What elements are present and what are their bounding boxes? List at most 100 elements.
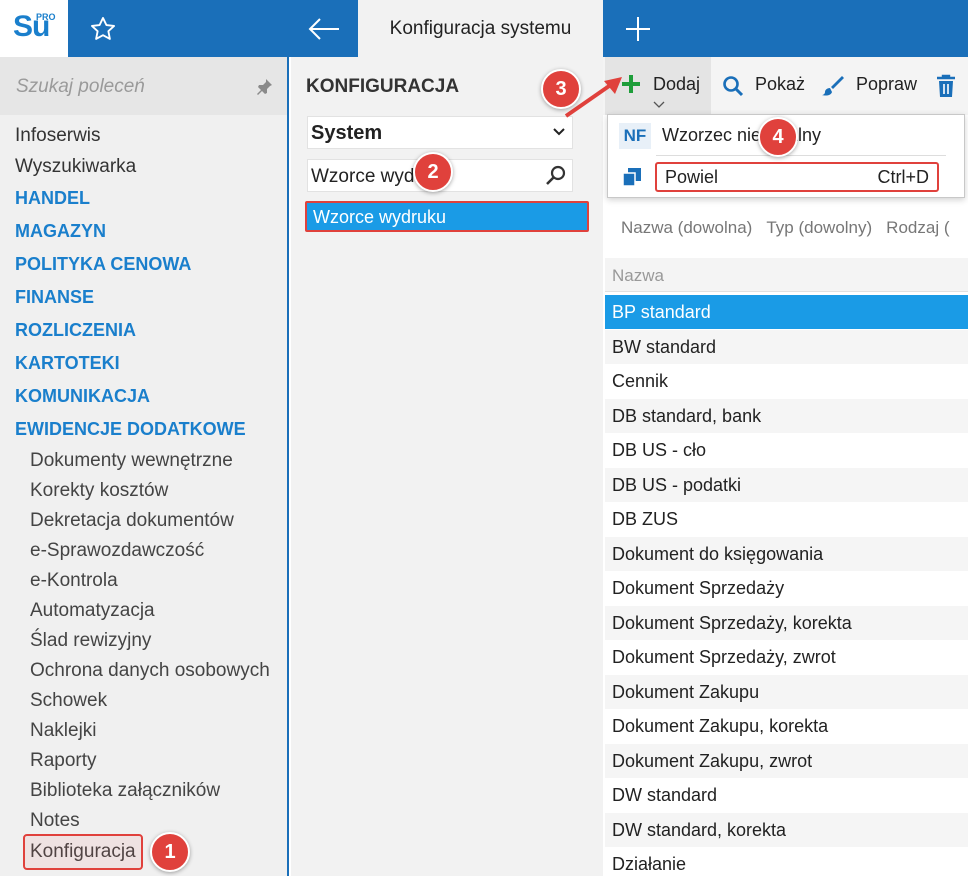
table-row[interactable]: Dokument Zakupu, zwrot <box>605 744 968 778</box>
table-row[interactable]: Dokument Zakupu <box>605 675 968 709</box>
table-cell-nazwa: Dokument Sprzedaży, zwrot <box>612 647 836 667</box>
table-row[interactable]: Dokument Sprzedaży, korekta <box>605 606 968 640</box>
filter-bar: Nazwa (dowolna) Typ (dowolny) Rodzaj ( <box>621 218 963 238</box>
table-cell-nazwa: Dokument do księgowania <box>612 544 824 564</box>
table-row[interactable]: Dokument Zakupu, korekta <box>605 709 968 743</box>
command-search-placeholder: Szukaj poleceń <box>16 76 145 97</box>
table-cell-nazwa: Działanie <box>612 854 687 874</box>
tab-konfiguracja-systemu[interactable]: Konfiguracja systemu <box>358 0 603 57</box>
arrow-left-icon <box>308 17 339 40</box>
menu-item-powiel[interactable]: Powiel Ctrl+D <box>655 162 939 192</box>
column-header-nazwa[interactable]: Nazwa <box>605 258 968 292</box>
sidebar-item-komunikacja[interactable]: KOMUNIKACJA <box>15 386 150 407</box>
config-category-select[interactable]: System <box>307 116 573 149</box>
table-row[interactable]: BW standard <box>605 330 968 364</box>
sidebar-item-notes[interactable]: Notes <box>30 810 80 832</box>
favorites-button[interactable] <box>68 0 138 57</box>
tree-item-label: Wzorce wydruku <box>313 207 447 227</box>
table-cell-nazwa: DW standard, korekta <box>612 820 787 840</box>
table-cell-nazwa: Dokument Zakupu <box>612 682 760 702</box>
add-button-label: Dodaj <box>653 74 701 94</box>
table-row[interactable]: BP standard <box>605 295 968 329</box>
tree-item-wzorce-wydruku[interactable]: Wzorce wydruku <box>305 201 589 232</box>
annotation-marker-1: 1 <box>150 832 190 872</box>
filter-typ[interactable]: Typ (dowolny) <box>766 218 872 237</box>
star-icon <box>90 16 116 40</box>
brush-icon[interactable] <box>821 74 845 98</box>
search-icon[interactable] <box>544 164 568 188</box>
menu-item-powiel-shortcut: Ctrl+D <box>877 167 929 187</box>
sidebar-item-e-kontrola[interactable]: e-Kontrola <box>30 570 118 592</box>
navigation-sidebar: Szukaj poleceń Infoserwis Wyszukiwarka HAN… <box>0 57 289 876</box>
filter-rodzaj[interactable]: Rodzaj ( <box>886 218 949 237</box>
top-bar: Su PRO Konfiguracja systemu <box>0 0 968 57</box>
duplicate-icon <box>622 168 641 187</box>
config-category-value: System <box>311 122 383 144</box>
column-header-label: Nazwa <box>612 266 664 285</box>
table-cell-nazwa: Dokument Zakupu, korekta <box>612 716 829 736</box>
annotation-marker-4: 4 <box>758 117 798 157</box>
sidebar-item-infoserwis[interactable]: Infoserwis <box>15 125 101 147</box>
table-row[interactable]: DW standard <box>605 778 968 812</box>
sidebar-item-korekty-kosztow[interactable]: Korekty kosztów <box>30 480 168 502</box>
sidebar-item-dokumenty-wewnetrzne[interactable]: Dokumenty wewnętrzne <box>30 450 233 472</box>
sidebar-item-e-sprawozdawczosc[interactable]: e-Sprawozdawczość <box>30 540 204 562</box>
sidebar-item-rozliczenia[interactable]: ROZLICZENIA <box>15 320 136 341</box>
sidebar-item-polityka-cenowa[interactable]: POLITYKA CENOWA <box>15 254 191 275</box>
trash-icon[interactable] <box>935 74 957 98</box>
search-icon[interactable] <box>722 75 744 97</box>
annotation-marker-3: 3 <box>541 69 581 109</box>
toolbar: Dodaj Pokaż Popraw <box>603 57 968 115</box>
table-cell-nazwa: DW standard <box>612 785 718 805</box>
table-cell-nazwa: Cennik <box>612 371 669 391</box>
menu-item-powiel-label: Powiel <box>665 167 719 187</box>
table-cell-nazwa: DB ZUS <box>612 509 679 529</box>
logo-badge: PRO <box>36 12 56 22</box>
edit-button[interactable]: Popraw <box>856 74 917 95</box>
konfiguracja-highlight <box>23 834 143 870</box>
sidebar-item-handel[interactable]: HANDEL <box>15 188 90 209</box>
new-tab-button[interactable] <box>603 0 673 57</box>
table-row[interactable]: Działanie <box>605 847 968 876</box>
sidebar-item-wyszukiwarka[interactable]: Wyszukiwarka <box>15 156 136 178</box>
menu-separator <box>656 155 946 156</box>
chevron-down-icon <box>553 128 565 136</box>
sidebar-item-raporty[interactable]: Raporty <box>30 750 97 772</box>
table-row[interactable]: Cennik <box>605 364 968 398</box>
table-row[interactable]: DB standard, bank <box>605 399 968 433</box>
table-cell-nazwa: BP standard <box>612 302 711 322</box>
plus-icon <box>626 16 650 41</box>
table-cell-nazwa: Dokument Sprzedaży <box>612 578 785 598</box>
table-row[interactable]: Dokument Sprzedaży <box>605 571 968 605</box>
table-row[interactable]: Dokument Sprzedaży, zwrot <box>605 640 968 674</box>
sidebar-item-automatyzacja[interactable]: Automatyzacja <box>30 600 155 622</box>
sidebar-item-ewidencje-dodatkowe[interactable]: EWIDENCJE DODATKOWE <box>15 419 246 440</box>
sidebar-item-dekretacja-dokumentow[interactable]: Dekretacja dokumentów <box>30 510 234 532</box>
table-row[interactable]: DB US - cło <box>605 433 968 467</box>
sidebar-item-slad-rewizyjny[interactable]: Ślad rewizyjny <box>30 630 151 652</box>
sidebar-item-biblioteka-zalacznikow[interactable]: Biblioteka załączników <box>30 780 220 802</box>
table-cell-nazwa: Dokument Zakupu, zwrot <box>612 751 813 771</box>
sidebar-item-magazyn[interactable]: MAGAZYN <box>15 221 106 242</box>
pin-icon[interactable] <box>254 77 274 97</box>
sidebar-item-naklejki[interactable]: Naklejki <box>30 720 97 742</box>
annotation-marker-2: 2 <box>413 152 453 192</box>
sidebar-item-ochrona-danych-osobowych[interactable]: Ochrona danych osobowych <box>30 660 270 682</box>
table-row[interactable]: Dokument do księgowania <box>605 537 968 571</box>
show-button[interactable]: Pokaż <box>755 74 805 95</box>
sidebar-item-finanse[interactable]: FINANSE <box>15 287 94 308</box>
table-row[interactable]: DW standard, korekta <box>605 813 968 847</box>
nf-badge: NF <box>619 123 651 149</box>
table-cell-nazwa: DB US - podatki <box>612 475 742 495</box>
sidebar-item-schowek[interactable]: Schowek <box>30 690 107 712</box>
config-heading: KONFIGURACJA <box>306 76 460 97</box>
chevron-down-icon <box>653 101 665 108</box>
table-cell-nazwa: DB US - cło <box>612 440 707 460</box>
sidebar-item-kartoteki[interactable]: KARTOTEKI <box>15 353 120 374</box>
table-row[interactable]: DB US - podatki <box>605 468 968 502</box>
back-button[interactable] <box>290 0 358 57</box>
command-search[interactable]: Szukaj poleceń <box>0 57 287 115</box>
app-logo[interactable]: Su PRO <box>0 0 68 57</box>
filter-nazwa[interactable]: Nazwa (dowolna) <box>621 218 752 237</box>
table-row[interactable]: DB ZUS <box>605 502 968 536</box>
